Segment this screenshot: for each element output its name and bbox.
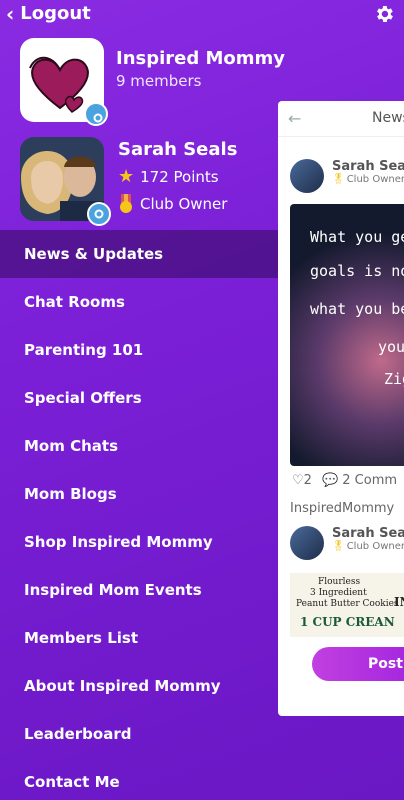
menu-item-label: News & Updates xyxy=(24,245,164,263)
menu-item-leaderboard[interactable]: Leaderboard xyxy=(0,710,278,758)
top-bar: ‹ Logout xyxy=(0,0,404,30)
recipe-line: 1 CUP CREAN xyxy=(300,615,395,629)
user-name: Sarah Seals xyxy=(118,139,238,160)
comment-button[interactable]: 💬 2 Comm xyxy=(322,473,397,488)
medal-icon: 🎖 xyxy=(332,174,345,185)
camera-badge-icon[interactable] xyxy=(87,202,111,226)
recipe-line: INC xyxy=(394,595,404,609)
post-button[interactable]: Post xyxy=(312,647,404,681)
user-points-label: 172 Points xyxy=(140,168,219,186)
gear-icon[interactable] xyxy=(373,3,395,25)
menu-item-label: Contact Me xyxy=(24,773,120,791)
content-preview-panel[interactable]: ← News Sarah Seal 🎖Club Owner What you g… xyxy=(278,101,404,716)
menu-item-about[interactable]: About Inspired Mommy xyxy=(0,662,278,710)
post-stats: ♡2 💬 2 Comm xyxy=(292,473,397,488)
menu-item-label: Chat Rooms xyxy=(24,293,125,311)
comment-count: 2 Comm xyxy=(342,473,398,488)
quote-line: What you get xyxy=(310,228,404,246)
post-image[interactable]: What you get goals is not what you bec y… xyxy=(290,204,404,466)
user-points: ★ 172 Points xyxy=(118,166,237,187)
post-club-label: InspiredMommy xyxy=(290,501,395,516)
post-author-role: 🎖 Club Owner xyxy=(332,174,404,185)
menu-item-label: Parenting 101 xyxy=(24,341,144,359)
user-info: Sarah Seals ★ 172 Points Club Owner xyxy=(118,139,237,214)
chevron-left-icon: ‹ xyxy=(6,1,15,26)
side-menu: News & Updates Chat Rooms Parenting 101 … xyxy=(0,230,278,800)
post-author-name: Sarah Seal xyxy=(332,526,404,541)
medal-icon xyxy=(120,194,132,213)
medal-icon: 🎖 xyxy=(332,541,345,552)
post-author-role: 🎖 Club Owner xyxy=(332,541,404,552)
logout-label: Logout xyxy=(20,3,91,24)
club-header: Inspired Mommy 9 members xyxy=(20,38,285,126)
post-author-row: Sarah Seal 🎖 Club Owner xyxy=(290,159,404,193)
menu-item-news-updates[interactable]: News & Updates xyxy=(0,230,278,278)
post-author-name: Sarah Seal xyxy=(332,159,404,174)
like-count: 2 xyxy=(303,473,312,488)
menu-item-events[interactable]: Inspired Mom Events xyxy=(0,566,278,614)
club-name: Inspired Mommy xyxy=(116,48,286,69)
menu-item-parenting-101[interactable]: Parenting 101 xyxy=(0,326,278,374)
user-role-label: Club Owner xyxy=(140,195,228,213)
recipe-line: Flourless xyxy=(318,577,361,587)
menu-item-members-list[interactable]: Members List xyxy=(0,614,278,662)
preview-title: News xyxy=(372,110,404,126)
menu-item-shop[interactable]: Shop Inspired Mommy xyxy=(0,518,278,566)
club-logo[interactable] xyxy=(20,38,108,126)
menu-item-label: Mom Blogs xyxy=(24,485,117,503)
menu-item-chat-rooms[interactable]: Chat Rooms xyxy=(0,278,278,326)
recipe-line: Peanut Butter Cookies xyxy=(296,599,399,609)
post-author-avatar xyxy=(290,526,324,560)
menu-item-label: About Inspired Mommy xyxy=(24,677,221,695)
menu-item-mom-blogs[interactable]: Mom Blogs xyxy=(0,470,278,518)
recipe-image[interactable]: Flourless 3 Ingredient Peanut Butter Coo… xyxy=(290,573,404,637)
preview-header: ← News xyxy=(278,101,404,137)
menu-item-label: Members List xyxy=(24,629,138,647)
user-role: Club Owner xyxy=(118,194,237,214)
post-author-avatar xyxy=(290,159,324,193)
quote-line: you xyxy=(378,338,404,356)
menu-item-label: Special Offers xyxy=(24,389,142,407)
logout-button[interactable]: ‹ Logout xyxy=(6,3,91,24)
menu-item-label: Inspired Mom Events xyxy=(24,581,202,599)
recipe-line: 3 Ingredient xyxy=(310,588,367,598)
star-icon: ★ xyxy=(118,166,135,187)
like-button[interactable]: ♡2 xyxy=(292,473,312,488)
quote-line: Zig xyxy=(384,370,404,388)
menu-item-label: Shop Inspired Mommy xyxy=(24,533,213,551)
menu-item-special-offers[interactable]: Special Offers xyxy=(0,374,278,422)
camera-badge-icon[interactable] xyxy=(84,102,108,126)
menu-item-label: Leaderboard xyxy=(24,725,132,743)
quote-line: what you bec xyxy=(310,300,404,318)
club-members-count: 9 members xyxy=(116,72,202,90)
arrow-left-icon[interactable]: ← xyxy=(288,109,301,128)
heart-outline-icon: ♡ xyxy=(292,473,304,488)
menu-item-contact-me[interactable]: Contact Me xyxy=(0,758,278,800)
menu-item-label: Mom Chats xyxy=(24,437,118,455)
menu-item-mom-chats[interactable]: Mom Chats xyxy=(0,422,278,470)
quote-line: goals is not xyxy=(310,262,404,280)
club-info: Inspired Mommy 9 members xyxy=(116,48,316,90)
comment-icon: 💬 xyxy=(321,473,339,488)
post-author-role-label: Club Owner xyxy=(346,174,404,185)
post-author-role-label: Club Owner xyxy=(346,541,404,552)
post-author-row: Sarah Seal 🎖 Club Owner xyxy=(290,526,404,560)
